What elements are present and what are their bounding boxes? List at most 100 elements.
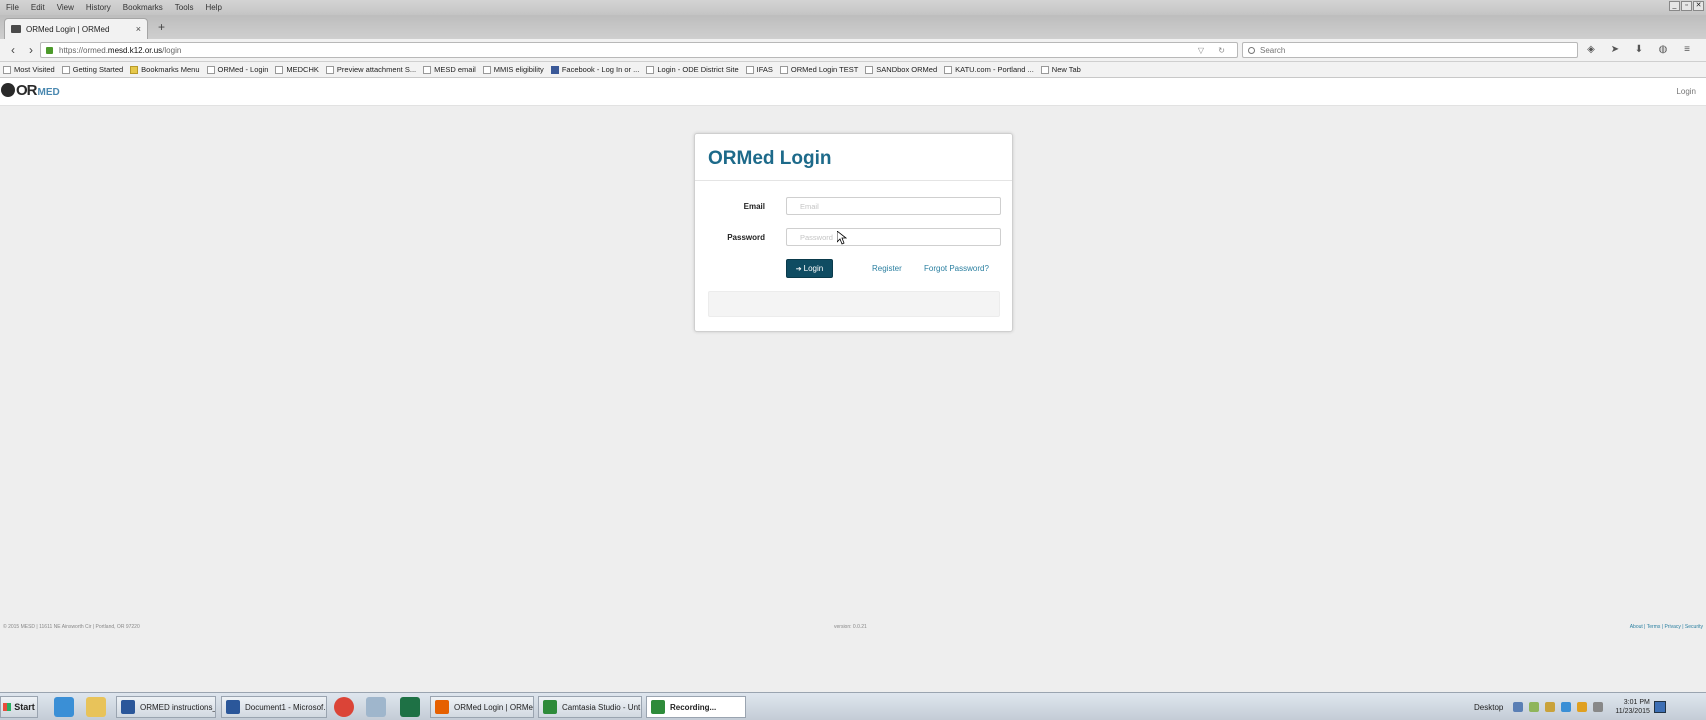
- menu-tools[interactable]: Tools: [169, 3, 200, 12]
- sign-in-icon: ➔: [795, 265, 802, 273]
- taskbar: Start ORMED instructions_... Document1 - …: [0, 692, 1706, 720]
- folder-icon: [130, 65, 139, 74]
- hamburger-menu-icon[interactable]: ≡: [1680, 43, 1694, 57]
- bookmark-item[interactable]: IFAS: [745, 65, 773, 74]
- bookmark-label: Facebook - Log In or ...: [561, 65, 640, 74]
- bookmark-label: Login - ODE District Site: [657, 65, 739, 74]
- volume-icon[interactable]: [1593, 702, 1604, 712]
- windows-logo-icon: [3, 703, 12, 711]
- bookmark-item[interactable]: Preview attachment S...: [325, 65, 416, 74]
- bookmark-item[interactable]: MESD email: [423, 65, 476, 74]
- url-bar[interactable]: https://ormed.mesd.k12.or.us/login ▽ ↻: [40, 42, 1238, 58]
- bookmark-star-icon: [3, 65, 11, 74]
- menu-help[interactable]: Help: [199, 3, 227, 12]
- clock[interactable]: 3:01 PM 11/23/2015: [1615, 698, 1650, 716]
- menu-history[interactable]: History: [80, 3, 117, 12]
- start-label: Start: [14, 702, 35, 712]
- bookmark-item[interactable]: Login - ODE District Site: [646, 65, 739, 74]
- bookmarks-toolbar: Most Visited Getting Started Bookmarks Men…: [0, 62, 1706, 78]
- bookmark-item[interactable]: ORMed Login TEST: [779, 65, 859, 74]
- task-app-icon: [121, 700, 135, 714]
- menu-bookmarks[interactable]: Bookmarks: [117, 3, 169, 12]
- start-button[interactable]: Start: [0, 696, 38, 718]
- taskbar-task[interactable]: Recording...: [646, 696, 746, 718]
- window-controls: _ ▫ ✕: [1669, 1, 1704, 11]
- login-button[interactable]: ➔ Login: [786, 259, 833, 278]
- taskbar-task[interactable]: ORMed Login | ORMe...: [430, 696, 534, 718]
- reload-icon[interactable]: ▽ ↻: [1198, 46, 1231, 55]
- file-explorer-icon[interactable]: [86, 697, 106, 717]
- forward-button[interactable]: ›: [24, 43, 38, 57]
- desktop-toolbar-label[interactable]: Desktop: [1474, 703, 1503, 712]
- logo-med-text: MED: [37, 86, 60, 98]
- bookmark-item[interactable]: SANDbox ORMed: [865, 65, 937, 74]
- close-window-button[interactable]: ✕: [1693, 1, 1704, 11]
- ormed-logo[interactable]: OR MED: [1, 79, 60, 101]
- restore-button[interactable]: ▫: [1681, 1, 1692, 11]
- bookmark-label: MMIS eligibility: [493, 65, 544, 74]
- browser-tab[interactable]: ORMed Login | ORMed ×: [4, 18, 148, 39]
- menu-file[interactable]: File: [0, 3, 25, 12]
- card-divider: [695, 180, 1012, 181]
- chrome-icon[interactable]: [334, 697, 354, 717]
- task-label: Recording...: [670, 702, 717, 712]
- page-icon: [865, 65, 874, 74]
- taskbar-task[interactable]: Camtasia Studio - Unt...: [538, 696, 642, 718]
- battery-icon[interactable]: [1529, 702, 1540, 712]
- bookmark-label: ORMed Login TEST: [790, 65, 859, 74]
- excel-icon[interactable]: [400, 697, 420, 717]
- task-label: ORMed Login | ORMe...: [454, 702, 534, 712]
- bookmark-item[interactable]: KATU.com - Portland ...: [944, 65, 1034, 74]
- tab-title: ORMed Login | ORMed: [26, 24, 110, 34]
- task-label: ORMED instructions_...: [140, 702, 216, 712]
- email-field[interactable]: [786, 197, 1001, 215]
- message-area: [708, 291, 1000, 317]
- flag-icon[interactable]: [1545, 702, 1556, 712]
- pocket-icon[interactable]: ◈: [1584, 43, 1598, 57]
- chat-icon[interactable]: ◍: [1656, 43, 1670, 57]
- taskbar-task[interactable]: Document1 - Microsof...: [221, 696, 327, 718]
- header-login-link[interactable]: Login: [1676, 87, 1696, 96]
- bookmark-item[interactable]: Facebook - Log In or ...: [550, 65, 640, 74]
- internet-explorer-icon[interactable]: [54, 697, 74, 717]
- update-icon[interactable]: [1561, 702, 1572, 712]
- bookmark-item[interactable]: ORMed - Login: [206, 65, 269, 74]
- download-icon[interactable]: ⬇: [1632, 43, 1646, 57]
- menu-bar: File Edit View History Bookmarks Tools H…: [0, 0, 1706, 15]
- bookmark-item[interactable]: Bookmarks Menu: [130, 65, 200, 74]
- menu-view[interactable]: View: [51, 3, 80, 12]
- bookmark-item[interactable]: Getting Started: [61, 65, 123, 74]
- bookmark-item[interactable]: MMIS eligibility: [482, 65, 544, 74]
- ormed-favicon-icon: [11, 25, 21, 33]
- bookmark-label: KATU.com - Portland ...: [955, 65, 1034, 74]
- login-title: ORMed Login: [708, 148, 832, 169]
- page-icon: [944, 65, 953, 74]
- network-icon[interactable]: [1513, 702, 1524, 712]
- page-icon: [61, 65, 70, 74]
- page-icon: [1040, 65, 1049, 74]
- bookmark-label: ORMed - Login: [217, 65, 269, 74]
- new-tab-button[interactable]: +: [158, 20, 165, 34]
- bookmark-item[interactable]: Most Visited: [3, 65, 55, 74]
- show-desktop-button[interactable]: [1653, 701, 1666, 713]
- search-bar[interactable]: [1242, 42, 1578, 58]
- back-button[interactable]: ‹: [6, 43, 20, 57]
- security-icon[interactable]: [1577, 702, 1588, 712]
- register-link[interactable]: Register: [872, 264, 902, 273]
- search-input[interactable]: [1260, 45, 1577, 55]
- login-card: ORMed Login Email Password ➔ Login Regis…: [694, 133, 1013, 332]
- menu-edit[interactable]: Edit: [25, 3, 51, 12]
- send-icon[interactable]: ➤: [1608, 43, 1622, 57]
- taskbar-task[interactable]: ORMED instructions_...: [116, 696, 216, 718]
- logo-mark-icon: [1, 83, 15, 97]
- password-field[interactable]: [786, 228, 1001, 246]
- bookmark-item[interactable]: New Tab: [1040, 65, 1081, 74]
- forgot-password-link[interactable]: Forgot Password?: [924, 264, 989, 273]
- calculator-icon[interactable]: [366, 697, 386, 717]
- bookmark-item[interactable]: MEDCHK: [275, 65, 319, 74]
- footer-links[interactable]: About | Terms | Privacy | Security: [1630, 624, 1703, 630]
- tab-close-icon[interactable]: ×: [136, 24, 141, 34]
- minimize-button[interactable]: _: [1669, 1, 1680, 11]
- task-label: Document1 - Microsof...: [245, 702, 327, 712]
- ode-icon: [646, 65, 655, 74]
